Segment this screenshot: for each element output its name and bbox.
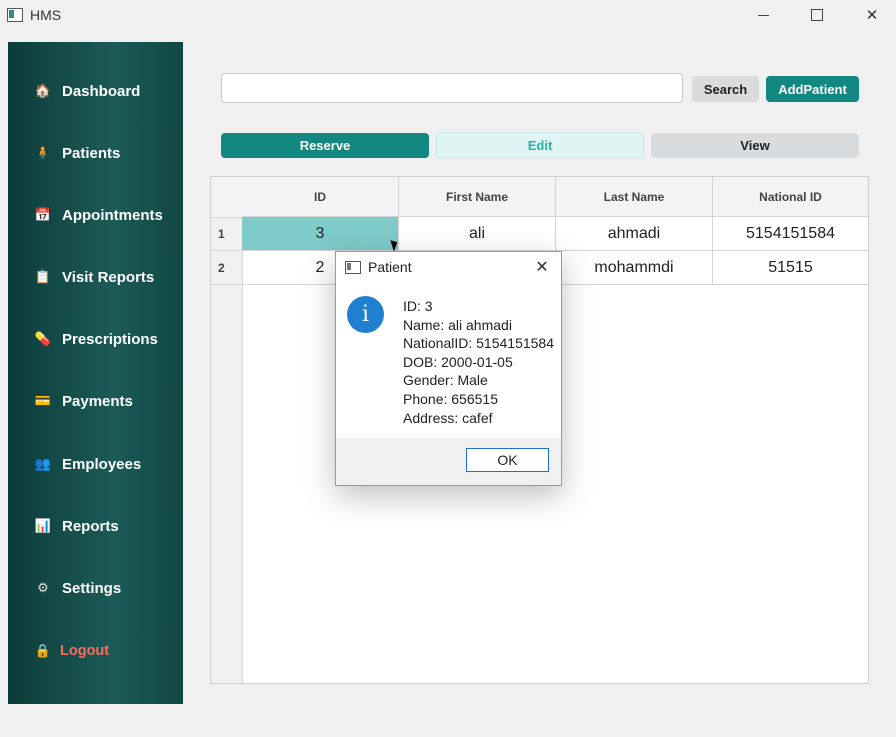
minimize-button[interactable] <box>740 0 786 30</box>
maximize-icon <box>811 9 823 21</box>
sidebar-item-reports[interactable]: 📊 Reports <box>8 506 183 546</box>
dialog-line-id: ID: 3 <box>403 298 433 314</box>
column-header-national-id[interactable]: National ID <box>713 177 868 217</box>
table-cell[interactable]: mohammdi <box>556 251 713 285</box>
dialog-close-button[interactable]: ✕ <box>532 257 552 277</box>
sidebar-item-label: Visit Reports <box>62 268 155 286</box>
table-cell[interactable]: 5154151584 <box>713 217 868 251</box>
column-header-id[interactable]: ID <box>242 177 399 217</box>
close-button[interactable]: ✕ <box>849 0 895 30</box>
sidebar-item-label: Employees <box>62 455 142 473</box>
ok-button[interactable]: OK <box>466 448 549 472</box>
view-button[interactable]: View <box>651 133 859 158</box>
search-input[interactable] <box>221 73 683 103</box>
sidebar-item-appointments[interactable]: 📅 Appointments <box>8 195 183 235</box>
dialog-title: Patient <box>368 259 412 275</box>
edit-button[interactable]: Edit <box>436 132 644 158</box>
close-icon: ✕ <box>865 7 879 24</box>
dialog-line-national-id: NationalID: 5154151584 <box>403 335 555 352</box>
dialog-app-icon <box>345 261 361 274</box>
sidebar-item-prescriptions[interactable]: 💊 Prescriptions <box>8 319 183 359</box>
gear-icon: ⚙ <box>37 580 49 595</box>
sidebar-item-label: Reports <box>62 517 119 535</box>
table-cell[interactable]: 3 <box>242 217 399 251</box>
calendar-icon: 📅 <box>34 207 52 222</box>
info-icon: i <box>347 296 384 333</box>
sidebar-item-label: Patients <box>62 144 121 162</box>
table-cell[interactable]: ahmadi <box>556 217 713 251</box>
add-patient-button[interactable]: AddPatient <box>766 76 859 102</box>
sidebar-item-patients[interactable]: 🧍 Patients <box>8 133 183 173</box>
dialog-title-bar: Patient ✕ <box>336 252 561 282</box>
lock-icon: 🔒 <box>34 643 52 658</box>
sidebar-item-label: Appointments <box>62 206 163 224</box>
sidebar-item-employees[interactable]: 👥 Employees <box>8 444 183 484</box>
pill-icon: 💊 <box>34 331 52 346</box>
sidebar-item-settings[interactable]: ⚙ Settings <box>8 568 183 608</box>
table-corner[interactable] <box>211 177 242 218</box>
sidebar-item-label: Dashboard <box>62 82 141 100</box>
chart-icon: 📊 <box>34 518 52 533</box>
sidebar-item-label: Prescriptions <box>62 330 158 348</box>
search-button[interactable]: Search <box>692 76 759 102</box>
minimize-icon <box>757 14 769 16</box>
close-icon: ✕ <box>535 259 549 276</box>
title-bar: HMS ✕ <box>0 0 896 32</box>
table-cell[interactable]: ali <box>399 217 556 251</box>
dialog-body: i ID: 3 Name: ali ahmadi NationalID: 515… <box>336 282 561 438</box>
person-icon: 🧍 <box>34 145 52 160</box>
row-header[interactable]: 1 <box>211 217 242 251</box>
credit-card-icon: 💳 <box>34 393 52 408</box>
window-title: HMS <box>30 7 62 23</box>
row-header[interactable]: 2 <box>211 251 242 285</box>
dialog-line-gender: Gender: Male <box>403 372 488 389</box>
maximize-button[interactable] <box>794 0 840 30</box>
sidebar-item-label: Logout <box>60 643 110 659</box>
dialog-message: ID: 3 Name: ali ahmadi NationalID: 51541… <box>403 297 554 427</box>
app-icon <box>7 8 23 22</box>
people-icon: 👥 <box>34 456 52 471</box>
sidebar-item-visit-reports[interactable]: 📋 Visit Reports <box>8 257 183 297</box>
table-cell[interactable]: 51515 <box>713 251 868 285</box>
dialog-line-name: Name: ali ahmadi <box>403 316 512 333</box>
sidebar: 🏠 Dashboard 🧍 Patients 📅 Appointments 📋 … <box>8 42 183 704</box>
dialog-line-phone: Phone: 656515 <box>403 390 498 407</box>
patient-dialog: Patient ✕ i ID: 3 Name: ali ahmadi Natio… <box>335 251 562 486</box>
house-icon: 🏠 <box>34 83 52 98</box>
sidebar-item-label: Payments <box>62 392 133 410</box>
sidebar-item-payments[interactable]: 💳 Payments <box>8 381 183 421</box>
reserve-button[interactable]: Reserve <box>221 133 429 158</box>
clipboard-icon: 📋 <box>34 269 52 284</box>
sidebar-item-dashboard[interactable]: 🏠 Dashboard <box>8 71 183 111</box>
logout-button[interactable]: 🔒 Logout <box>8 631 183 671</box>
dialog-line-dob: DOB: 2000-01-05 <box>403 353 513 370</box>
column-header-first-name[interactable]: First Name <box>399 177 556 217</box>
dialog-line-address: Address: cafef <box>403 409 493 426</box>
column-header-last-name[interactable]: Last Name <box>556 177 713 217</box>
sidebar-item-label: Settings <box>62 579 122 597</box>
